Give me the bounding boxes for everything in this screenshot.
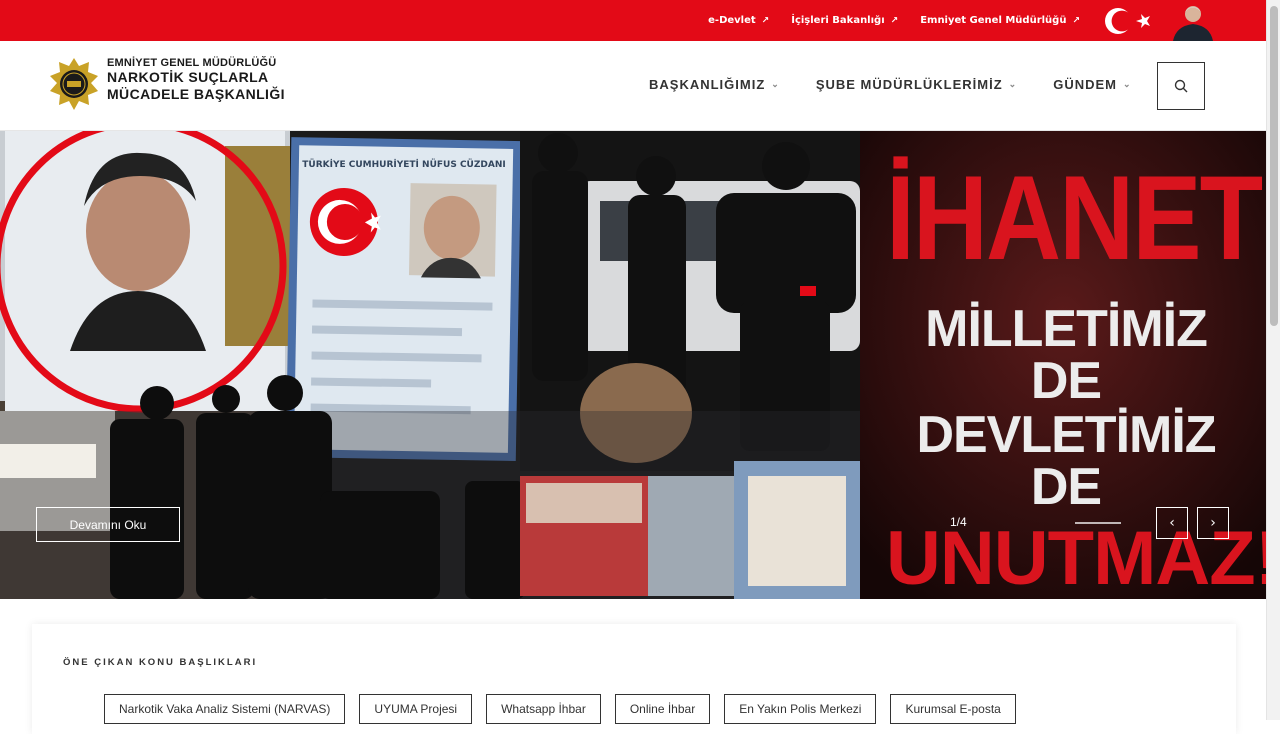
chevron-left-icon: ‹ bbox=[1169, 515, 1175, 531]
page-scrollbar[interactable] bbox=[1266, 0, 1280, 720]
hero-headline: İHANETİ MİLLETİMİZ DE DEVLETİMİZ DE UNUT… bbox=[886, 152, 1266, 599]
external-arrow-icon: ↗ bbox=[761, 15, 770, 26]
main-nav: BAŞKANLIĞIMIZ ⌄ ŞUBE MÜDÜRLÜKLERİMİZ ⌄ GÜN… bbox=[649, 77, 1132, 92]
chevron-down-icon: ⌄ bbox=[1008, 79, 1018, 89]
nav-item-baskanligimiz[interactable]: BAŞKANLIĞIMIZ ⌄ bbox=[649, 77, 780, 92]
site-header: EMNİYET GENEL MÜDÜRLÜĞÜ NARKOTİK SUÇLARL… bbox=[0, 41, 1266, 131]
edevlet-link[interactable]: e-Devlet ↗ bbox=[708, 15, 769, 26]
edevlet-label: e-Devlet bbox=[708, 15, 756, 26]
featured-topics-title: ÖNE ÇIKAN KONU BAŞLIKLARI bbox=[63, 657, 257, 668]
police-badge-logo[interactable] bbox=[48, 57, 100, 111]
police-directorate-link[interactable]: Emniyet Genel Müdürlüğü ↗ bbox=[920, 15, 1080, 26]
chevron-down-icon: ⌄ bbox=[771, 79, 780, 89]
external-arrow-icon: ↗ bbox=[1072, 15, 1080, 26]
top-bar: e-Devlet ↗ İçişleri Bakanlığı ↗ Emniyet Ge… bbox=[0, 0, 1266, 41]
police-directorate-label: Emniyet Genel Müdürlüğü bbox=[920, 15, 1067, 26]
headline-line-3: DEVLETİMİZ DE bbox=[916, 406, 1216, 516]
slide-counter: 1/4 bbox=[950, 515, 967, 529]
read-more-button[interactable]: Devamını Oku bbox=[36, 507, 180, 542]
brand-line-2: NARKOTİK SUÇLARLA bbox=[107, 69, 269, 85]
search-button[interactable] bbox=[1157, 62, 1205, 110]
headline-line-2: MİLLETİMİZ DE bbox=[925, 300, 1208, 410]
nav-label: BAŞKANLIĞIMIZ bbox=[649, 77, 766, 92]
nav-label: ŞUBE MÜDÜRLÜKLERİMİZ bbox=[815, 77, 1003, 92]
featured-topics-title-text: ÖNE ÇIKAN KONU BAŞLIKLARI bbox=[63, 657, 258, 668]
headline-line-4: UNUTMAZ! bbox=[886, 516, 1266, 599]
turkish-flag-image bbox=[1096, 2, 1166, 40]
external-arrow-icon: ↗ bbox=[890, 15, 899, 26]
leader-portrait-image bbox=[1168, 0, 1218, 41]
slider-prev-button[interactable]: ‹ bbox=[1156, 507, 1188, 539]
nav-item-gundem[interactable]: GÜNDEM ⌄ bbox=[1053, 77, 1131, 92]
id-card-title: TÜRKİYE CUMHURİYETİ NÜFUS CÜZDANI bbox=[302, 159, 505, 170]
nav-item-sube-mudurluklerimiz[interactable]: ŞUBE MÜDÜRLÜKLERİMİZ ⌄ bbox=[816, 77, 1017, 92]
slider-next-button[interactable]: › bbox=[1197, 507, 1229, 539]
chevron-right-icon: › bbox=[1210, 515, 1216, 531]
interior-ministry-link[interactable]: İçişleri Bakanlığı ↗ bbox=[791, 15, 898, 26]
headline-line-1: İHANETİ bbox=[886, 152, 1266, 286]
scrollbar-thumb[interactable] bbox=[1270, 6, 1278, 326]
brand-line-1: EMNİYET GENEL MÜDÜRLÜĞÜ bbox=[107, 57, 277, 69]
featured-topics-section: ÖNE ÇIKAN KONU BAŞLIKLARI Narkotik Vaka … bbox=[32, 624, 1236, 734]
brand-line-3: MÜCADELE BAŞKANLIĞI bbox=[107, 86, 285, 102]
brand-title[interactable]: EMNİYET GENEL MÜDÜRLÜĞÜ NARKOTİK SUÇLARL… bbox=[107, 57, 285, 103]
nav-label: GÜNDEM bbox=[1053, 77, 1117, 92]
chevron-down-icon: ⌄ bbox=[1122, 79, 1132, 89]
search-icon bbox=[1174, 79, 1188, 93]
hero-slider: TÜRKİYE CUMHURİYETİ NÜFUS CÜZDANI İHANET… bbox=[0, 131, 1266, 599]
slide-progress-bar bbox=[1075, 522, 1121, 524]
interior-ministry-label: İçişleri Bakanlığı bbox=[791, 15, 885, 26]
